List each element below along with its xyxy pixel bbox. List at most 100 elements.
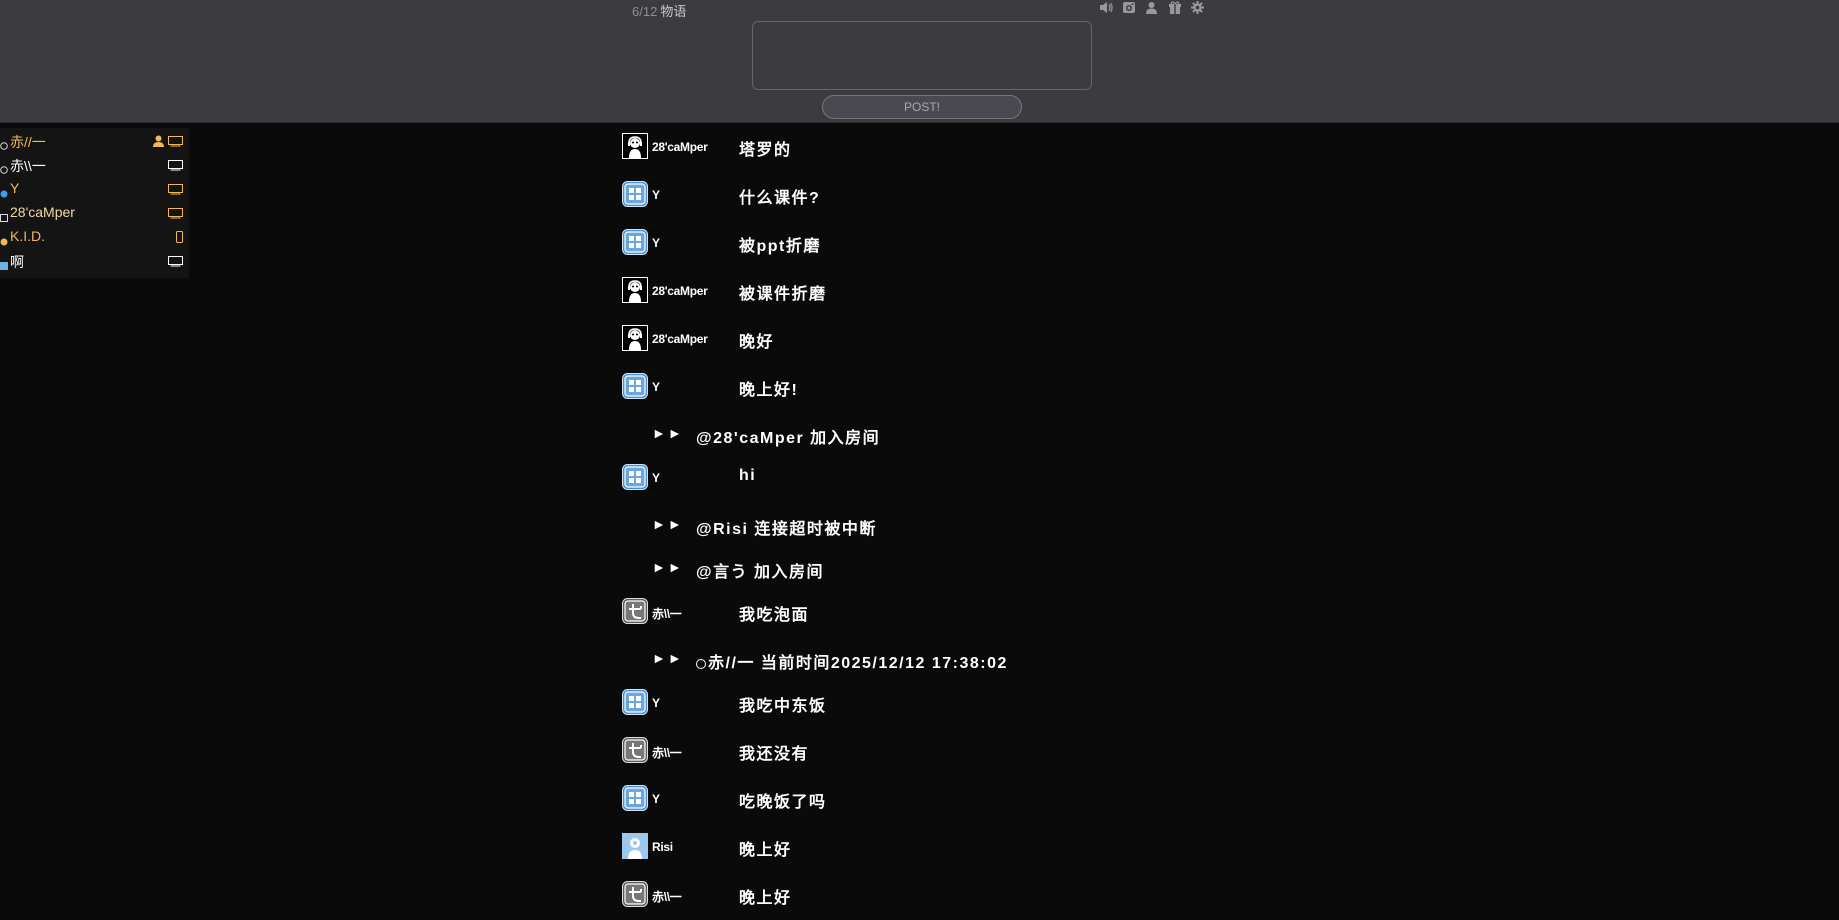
grid-avatar[interactable] (622, 785, 648, 811)
message-text: 被课件折磨 (739, 286, 827, 303)
user-row[interactable]: 赤//一 (0, 129, 189, 153)
message-text: 晚上好 (739, 890, 792, 907)
monitor-icon (168, 206, 183, 224)
user-list: 赤//一 赤\\一 Y 28'caMper K.I.D. 啊 (0, 128, 189, 278)
se-avatar[interactable] (622, 737, 648, 763)
message-input[interactable] (752, 21, 1092, 90)
room-name: 物语 (660, 4, 687, 19)
message-sender[interactable]: 28'caMper (652, 284, 708, 298)
speaker-icon[interactable] (1098, 0, 1113, 15)
message-sender[interactable]: Y (652, 696, 660, 710)
phone-icon (176, 230, 183, 248)
se-avatar[interactable] (622, 598, 648, 624)
monitor-icon (168, 134, 183, 152)
system-arrow-icon: ►► (652, 559, 684, 575)
user-name: 啊 (10, 254, 24, 270)
message-text: 吃晚饭了吗 (739, 794, 827, 811)
system-text: @28'caMper 加入房间 (696, 424, 880, 448)
user-row[interactable]: 赤\\一 (0, 153, 189, 177)
message-sender[interactable]: Y (652, 188, 660, 202)
message-text: 被ppt折磨 (739, 238, 821, 255)
chat-message: Y 我吃中东饭 (622, 687, 1322, 735)
risi-avatar[interactable] (622, 833, 648, 859)
message-sender[interactable]: 28'caMper (652, 140, 708, 154)
chat-message: 28'caMper 被课件折磨 (622, 275, 1322, 323)
post-button[interactable]: POST! (822, 95, 1022, 119)
message-text: 我吃泡面 (739, 607, 810, 624)
message-text: 塔罗的 (739, 142, 792, 159)
message-sender[interactable]: 赤\\一 (652, 744, 682, 761)
message-sender[interactable]: 赤\\一 (652, 605, 682, 622)
monitor-icon (168, 182, 183, 200)
user-name: 赤//一 (10, 134, 46, 150)
user-host-icon (153, 134, 164, 152)
grid-avatar[interactable] (622, 689, 648, 715)
message-sender[interactable]: Y (652, 792, 660, 806)
se-avatar[interactable] (622, 881, 648, 907)
chat-message: Y 什么课件? (622, 179, 1322, 227)
status-dot-icon (0, 233, 8, 246)
message-sender[interactable]: Y (652, 471, 660, 485)
grid-avatar[interactable] (622, 464, 648, 490)
camera-icon[interactable] (1121, 0, 1136, 15)
system-text: 赤//一 当前时间2025/12/12 17:38:02 (696, 649, 1008, 673)
message-text: 什么课件? (739, 190, 821, 207)
message-text: 我吃中东饭 (739, 698, 827, 715)
message-text: 我还没有 (739, 746, 810, 763)
camper-avatar[interactable] (622, 133, 648, 159)
chat-message: Risi 晚上好 (622, 831, 1322, 879)
camper-avatar[interactable] (622, 325, 648, 351)
message-text: 晚好 (739, 334, 775, 351)
system-message: ►► @28'caMper 加入房间 (622, 419, 1322, 462)
person-icon[interactable] (1144, 0, 1159, 15)
chat-message: 赤\\一 我还没有 (622, 735, 1322, 783)
top-bar: 6/12 物语 POST! (0, 0, 1839, 123)
grid-avatar[interactable] (622, 373, 648, 399)
chat-message: 28'caMper 晚好 (622, 323, 1322, 371)
status-square-icon (0, 209, 8, 222)
message-sender[interactable]: Risi (652, 840, 673, 854)
system-arrow-icon: ►► (652, 516, 684, 532)
system-arrow-icon: ►► (652, 425, 684, 441)
gear-icon[interactable] (1190, 0, 1205, 15)
user-name: 赤\\一 (10, 158, 46, 174)
monitor-icon (168, 158, 183, 176)
status-ring-icon (0, 161, 8, 174)
user-name: K.I.D. (10, 228, 46, 244)
user-row[interactable]: 28'caMper (0, 201, 189, 225)
status-square-icon (0, 257, 8, 270)
chat-message: Y 晚上好! (622, 371, 1322, 419)
system-message: ►► @言う 加入房间 (622, 553, 1322, 596)
message-sender[interactable]: 赤\\一 (652, 888, 682, 905)
message-text: hi (739, 467, 757, 484)
chat-message: 28'caMper 塔罗的 (622, 131, 1322, 179)
grid-avatar[interactable] (622, 181, 648, 207)
status-dot-icon (0, 185, 8, 198)
chat-message: Y 吃晚饭了吗 (622, 783, 1322, 831)
message-sender[interactable]: Y (652, 236, 660, 250)
top-icon-bar (1098, 0, 1205, 16)
room-info: 6/12 物语 (632, 1, 686, 20)
chat-log: 28'caMper 塔罗的 Y 什么课件? Y 被ppt折磨 28'caMper 被课件折磨 2… (622, 131, 1322, 920)
chat-message: Yhi (622, 462, 1322, 510)
system-message: ►► @Risi 连接超时被中断 (622, 510, 1322, 553)
system-text-content: @Risi 连接超时被中断 (696, 521, 877, 538)
camper-avatar[interactable] (622, 277, 648, 303)
status-ring-icon (0, 137, 8, 150)
message-sender[interactable]: 28'caMper (652, 332, 708, 346)
user-name: 28'caMper (10, 204, 75, 220)
message-text: 晚上好 (739, 842, 792, 859)
message-sender[interactable]: Y (652, 380, 660, 394)
user-row[interactable]: Y (0, 177, 189, 201)
message-text: 晚上好! (739, 382, 799, 399)
grid-avatar[interactable] (622, 229, 648, 255)
user-row[interactable]: K.I.D. (0, 225, 189, 249)
chat-message: 赤\\一 我吃泡面 (622, 596, 1322, 644)
gift-icon[interactable] (1167, 0, 1182, 15)
room-count: 6/12 (632, 4, 658, 19)
monitor-icon (168, 254, 183, 272)
status-ring-icon (696, 659, 706, 669)
user-name: Y (10, 180, 20, 196)
user-row[interactable]: 啊 (0, 249, 189, 273)
system-message: ►► 赤//一 当前时间2025/12/12 17:38:02 (622, 644, 1322, 687)
